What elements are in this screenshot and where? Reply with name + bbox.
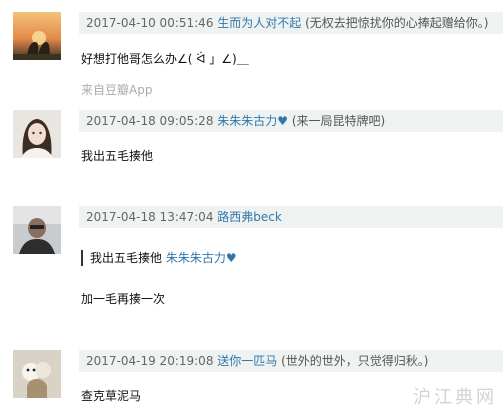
comment-text: 加一毛再揍一次	[81, 292, 166, 306]
watermark: 沪江典网	[413, 387, 497, 408]
comment-username[interactable]: 送你一匹马	[217, 354, 277, 368]
comment-meta: 2017-04-10 00:51:46 生而为人对不起 (无权去把惊扰你的心捧起…	[79, 12, 503, 34]
user-signature: (世外的世外，只觉得归秋。)	[281, 354, 429, 368]
quoted-reply: 我出五毛揍他 朱朱朱古力♥	[81, 250, 237, 266]
comment-username[interactable]: 路西弗beck	[217, 210, 282, 224]
comment-time: 2017-04-18 09:05:28	[86, 114, 214, 128]
comment-time: 2017-04-18 13:47:04	[86, 210, 214, 224]
user-signature: (无权去把惊扰你的心捧起赠给你。)	[305, 16, 489, 30]
comment-time: 2017-04-19 20:19:08	[86, 354, 214, 368]
avatar[interactable]	[13, 206, 61, 254]
avatar[interactable]	[13, 110, 61, 158]
quote-username[interactable]: 朱朱朱古力♥	[166, 251, 237, 265]
comment-username[interactable]: 朱朱朱古力♥	[217, 114, 288, 128]
comment-time: 2017-04-10 00:51:46	[86, 16, 214, 30]
comment-text: 好想打他哥怎么办∠( ᐛ 」∠)＿	[81, 52, 249, 66]
comment-meta: 2017-04-19 20:19:08 送你一匹马 (世外的世外，只觉得归秋。)	[79, 350, 503, 372]
user-signature: (来一局昆特牌吧)	[291, 114, 386, 128]
avatar[interactable]	[13, 12, 61, 60]
comment-meta: 2017-04-18 09:05:28 朱朱朱古力♥ (来一局昆特牌吧)	[79, 110, 503, 132]
comment-text: 我出五毛揍他	[81, 149, 154, 163]
avatar[interactable]	[13, 350, 61, 398]
comment-meta: 2017-04-18 13:47:04 路西弗beck	[79, 206, 503, 228]
quote-text: 我出五毛揍他	[90, 251, 163, 265]
comment-username[interactable]: 生而为人对不起	[217, 16, 301, 30]
comment-text: 查克草泥马	[81, 389, 142, 403]
comment-source: 来自豆瓣App	[81, 83, 153, 97]
